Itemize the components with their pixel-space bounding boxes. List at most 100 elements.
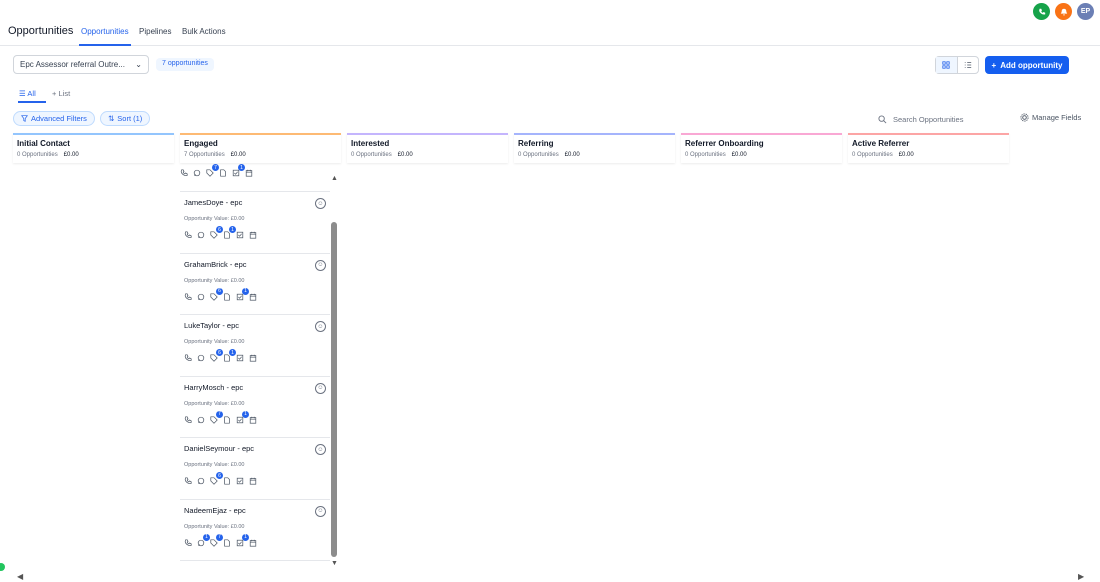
calendar-icon[interactable] — [249, 354, 257, 362]
list-view-icon[interactable] — [958, 57, 979, 73]
subtab-all[interactable]: ☰ All — [19, 89, 36, 98]
calendar-icon[interactable] — [249, 231, 257, 239]
column-value: £0.00 — [731, 152, 747, 158]
card-value: Opportunity Value: £0.00 — [184, 400, 245, 407]
scroll-up-arrow[interactable]: ▲ — [331, 175, 338, 182]
sort-arrows-icon: ⇅ — [108, 114, 115, 123]
column-referring: Referring 0 Opportunities £0.00 — [514, 133, 675, 163]
chat-icon[interactable] — [197, 416, 205, 424]
task-icon[interactable]: 1 — [236, 410, 249, 424]
scroll-down-arrow[interactable]: ▼ — [331, 560, 338, 567]
document-icon[interactable] — [223, 415, 231, 424]
task-icon[interactable]: 1 — [236, 533, 249, 547]
calendar-icon[interactable] — [249, 477, 257, 485]
add-opportunity-button[interactable]: + Add opportunity — [985, 56, 1069, 74]
calendar-icon[interactable] — [249, 293, 257, 301]
task-icon[interactable] — [236, 231, 244, 239]
advanced-filters-label: Advanced Filters — [31, 114, 87, 123]
card-name[interactable]: NadeemEjaz - epc — [184, 506, 326, 515]
chat-icon[interactable] — [197, 231, 205, 239]
document-icon[interactable] — [223, 477, 231, 485]
card-name[interactable]: GrahamBrick - epc — [184, 260, 326, 269]
document-icon[interactable] — [219, 169, 227, 177]
opportunity-card[interactable]: HarryMosch - epc ☺ Opportunity Value: £0… — [180, 377, 330, 438]
pipeline-select[interactable]: Epc Assessor referral Outre... ⌄ — [13, 55, 149, 74]
subtab-underline — [18, 101, 46, 103]
assign-user-icon[interactable]: ☺ — [315, 444, 326, 455]
column-name: Referring — [518, 139, 554, 148]
user-avatar[interactable]: EP — [1077, 3, 1094, 20]
opportunity-count-badge: 7 opportunities — [156, 58, 214, 71]
document-icon[interactable]: 1 — [223, 226, 236, 239]
phone-icon[interactable] — [180, 169, 188, 177]
sort-button[interactable]: ⇅ Sort (1) — [100, 111, 151, 126]
grid-view-icon[interactable] — [936, 57, 958, 73]
chat-icon[interactable] — [197, 477, 205, 485]
count-badge: 1 — [242, 287, 249, 295]
task-icon[interactable]: 1 — [236, 287, 249, 301]
scrollbar-thumb[interactable] — [331, 222, 337, 557]
task-icon[interactable]: 1 — [232, 164, 245, 177]
phone-icon[interactable] — [184, 292, 192, 301]
count-badge: 6 — [216, 472, 223, 479]
tag-icon[interactable]: 6 — [210, 349, 223, 362]
view-toggle — [935, 56, 979, 74]
column-count: 0 Opportunities — [518, 152, 559, 158]
card-name[interactable]: DanielSeymour - epc — [184, 444, 326, 453]
document-icon[interactable]: 1 — [223, 349, 236, 362]
tag-icon[interactable]: 6 — [210, 472, 223, 485]
manage-fields-button[interactable]: Manage Fields — [1020, 113, 1081, 122]
phone-icon[interactable] — [184, 415, 192, 424]
phone-icon[interactable] — [184, 477, 192, 485]
calendar-icon[interactable] — [245, 169, 253, 177]
task-icon[interactable] — [236, 477, 244, 485]
phone-icon[interactable] — [1033, 3, 1050, 20]
phone-icon[interactable] — [184, 231, 192, 239]
assign-user-icon[interactable]: ☺ — [315, 382, 326, 394]
document-icon[interactable] — [223, 538, 231, 547]
opportunity-card[interactable]: DanielSeymour - epc ☺ Opportunity Value:… — [180, 438, 330, 500]
card-name[interactable]: LukeTaylor - epc — [184, 321, 326, 330]
opportunity-card[interactable]: GrahamBrick - epc ☺ Opportunity Value: £… — [180, 254, 330, 315]
bell-icon[interactable] — [1055, 3, 1072, 20]
assign-user-icon[interactable]: ☺ — [315, 321, 326, 332]
plus-icon: + — [991, 60, 997, 70]
card-name[interactable]: JamesDoye - epc — [184, 198, 326, 207]
tag-icon[interactable]: 6 — [210, 226, 223, 239]
column-value: £0.00 — [397, 152, 413, 158]
manage-fields-label: Manage Fields — [1032, 113, 1082, 122]
task-icon[interactable] — [236, 354, 244, 362]
document-icon[interactable] — [223, 292, 231, 301]
phone-icon[interactable] — [184, 354, 192, 362]
assign-user-icon[interactable]: ☺ — [315, 259, 326, 271]
subtab-add-list[interactable]: + List — [52, 89, 70, 98]
scroll-right-arrow[interactable]: ▶ — [1078, 572, 1084, 581]
assign-user-icon[interactable]: ☺ — [315, 198, 326, 209]
column-value: £0.00 — [63, 152, 79, 158]
tab-opportunities[interactable]: Opportunities — [79, 27, 131, 46]
calendar-icon[interactable] — [249, 539, 257, 547]
column-interested: Interested 0 Opportunities £0.00 — [347, 133, 508, 163]
calendar-icon[interactable] — [249, 416, 257, 424]
opportunity-card[interactable]: LukeTaylor - epc ☺ Opportunity Value: £0… — [180, 315, 330, 377]
chat-icon[interactable] — [197, 293, 205, 301]
chat-icon[interactable] — [197, 354, 205, 362]
tab-bulk-actions[interactable]: Bulk Actions — [182, 27, 226, 36]
tab-pipelines[interactable]: Pipelines — [139, 27, 171, 36]
card-name[interactable]: HarryMosch - epc — [184, 383, 326, 392]
opportunity-card[interactable]: JamesDoye - epc ☺ Opportunity Value: £0.… — [180, 192, 330, 254]
chat-icon[interactable]: 1 — [197, 533, 210, 547]
opportunity-card[interactable]: NadeemEjaz - epc ☺ Opportunity Value: £0… — [180, 500, 330, 561]
tag-icon[interactable]: 6 — [210, 287, 223, 301]
scroll-left-arrow[interactable]: ◀ — [17, 572, 23, 581]
tag-icon[interactable]: 7 — [210, 533, 223, 547]
tag-icon[interactable]: 7 — [206, 164, 219, 177]
search-opportunities[interactable]: Search Opportunities — [878, 112, 1013, 126]
assign-user-icon[interactable]: ☺ — [315, 505, 326, 517]
column-name: Engaged — [184, 139, 218, 148]
tag-icon[interactable]: 7 — [210, 410, 223, 424]
card-value: Opportunity Value: £0.00 — [184, 339, 245, 345]
phone-icon[interactable] — [184, 538, 192, 547]
chat-icon[interactable] — [193, 169, 201, 177]
advanced-filters-button[interactable]: Advanced Filters — [13, 111, 95, 126]
